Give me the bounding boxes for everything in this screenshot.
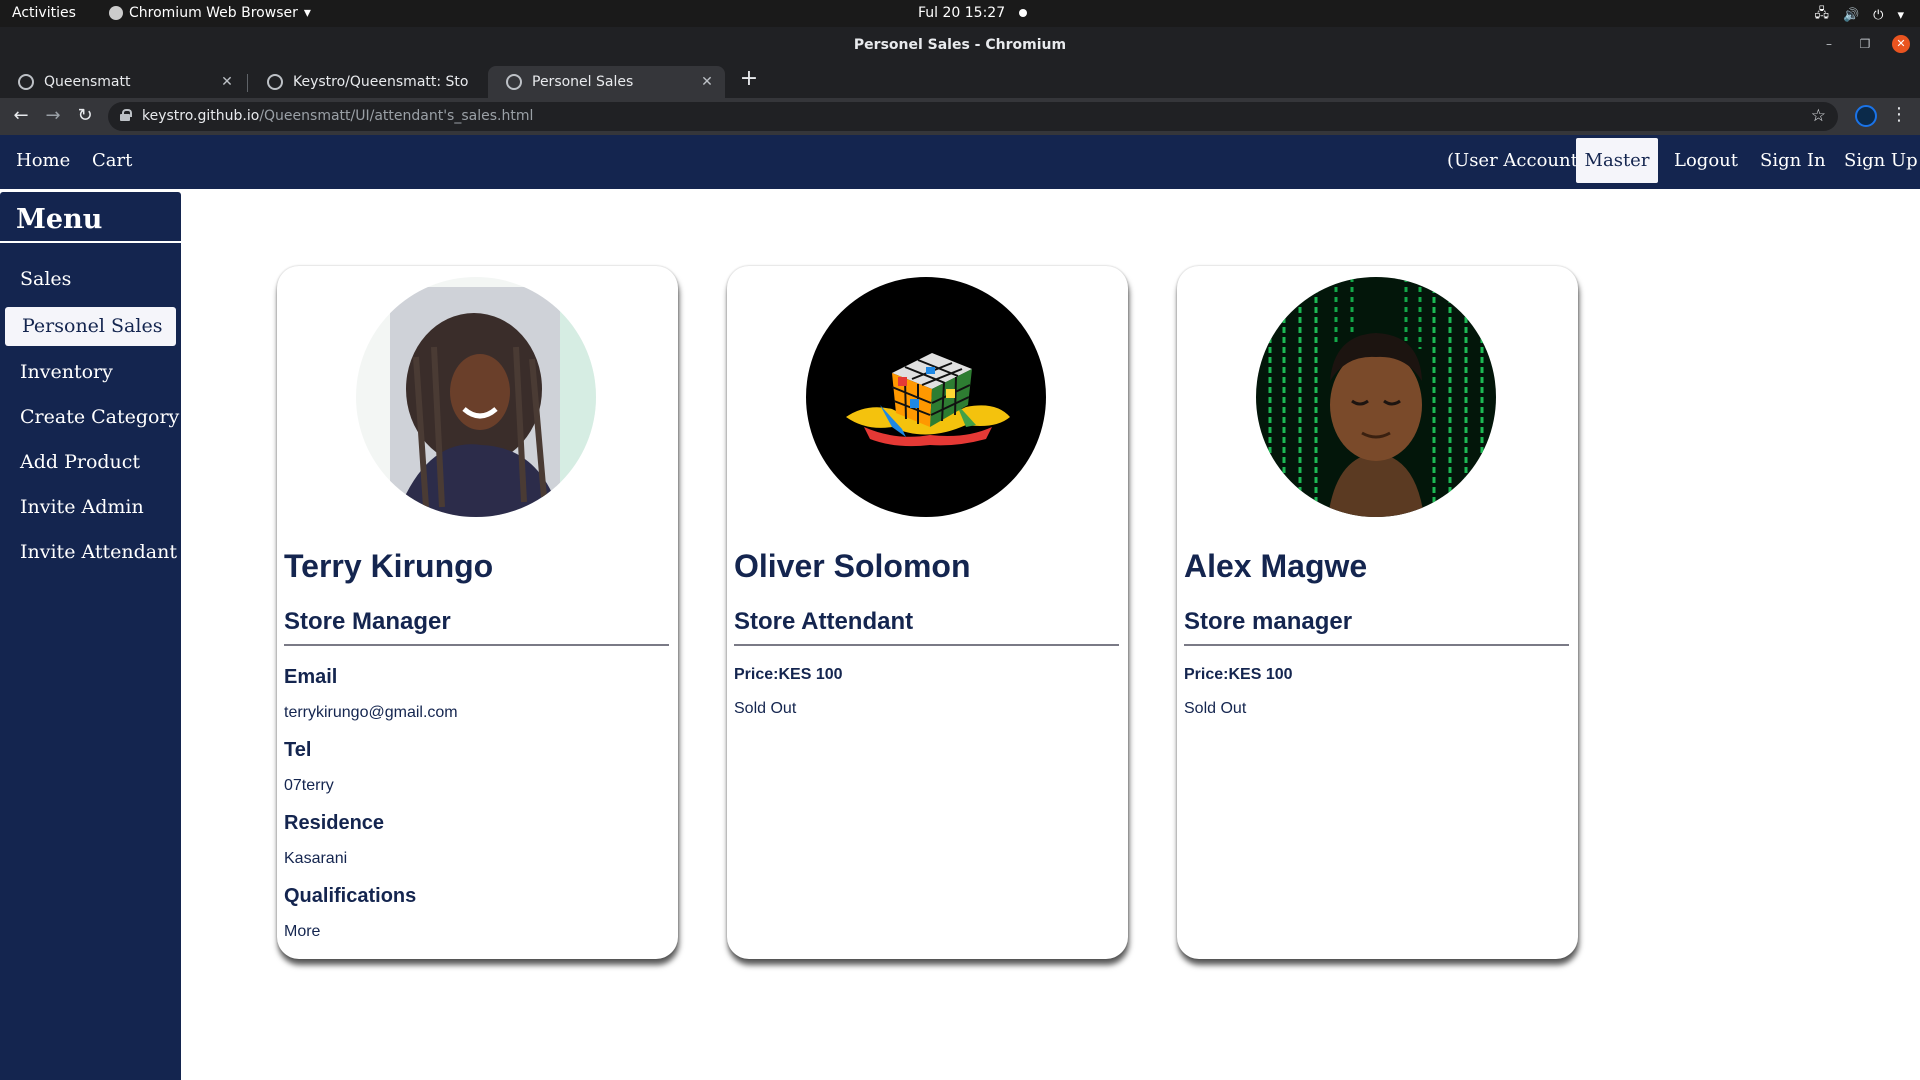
tel-value: 07terry <box>284 777 334 794</box>
browser-toolbar: ← → ↻ keystro.github.io/Queensmatt/UI/at… <box>0 98 1920 135</box>
back-icon[interactable]: ← <box>9 104 33 128</box>
person-name: Oliver Solomon <box>734 548 971 584</box>
sidebar-item-sales[interactable]: Sales <box>20 268 71 290</box>
url-path: /Queensmatt/UI/attendant's_sales.html <box>259 108 534 124</box>
close-tab-icon[interactable]: ✕ <box>699 74 715 90</box>
price-text: Price:KES 100 <box>1184 666 1293 683</box>
tab-label: Keystro/Queensmatt: Sto <box>293 74 469 90</box>
more-menu-icon[interactable]: ⋮ <box>1890 104 1908 125</box>
qualifications-label: Qualifications <box>284 885 417 907</box>
lock-icon <box>120 109 132 121</box>
sidebar-item-personel-sales[interactable]: Personel Sales <box>5 307 176 346</box>
github-icon <box>267 74 283 90</box>
tab-strip: Queensmatt ✕ Keystro/Queensmatt: Sto Per… <box>0 64 1920 98</box>
stock-status: Sold Out <box>734 700 797 717</box>
app-menu[interactable]: Chromium Web Browser ▾ <box>109 5 311 21</box>
personnel-card: Terry Kirungo Store Manager Email terryk… <box>277 266 678 959</box>
chromium-app-icon <box>109 6 123 20</box>
system-tray[interactable]: 🖧 🔊 ⏻ ▾ <box>1814 4 1904 26</box>
os-top-bar: Activities Chromium Web Browser ▾ Ful 20… <box>0 0 1920 27</box>
nav-user-account-link[interactable]: (User Account) <box>1447 150 1585 171</box>
app-menu-label: Chromium Web Browser <box>129 5 298 21</box>
card-divider <box>284 644 669 646</box>
network-icon: 🖧 <box>1814 6 1829 21</box>
person-name: Terry Kirungo <box>284 548 494 584</box>
site-navbar: Home Cart (User Account) Master Logout S… <box>0 135 1920 189</box>
sidebar-item-invite-attendant[interactable]: Invite Attendant <box>20 541 177 563</box>
browser-title-bar: Personel Sales - Chromium – ❐ ✕ <box>0 27 1920 64</box>
globe-icon <box>506 74 522 90</box>
card-divider <box>734 644 1119 646</box>
residence-label: Residence <box>284 812 385 834</box>
card-divider <box>1184 644 1569 646</box>
price-text: Price:KES 100 <box>734 666 843 683</box>
sidebar-item-create-category[interactable]: Create Category <box>20 406 179 428</box>
power-icon: ⏻ <box>1873 7 1884 23</box>
caret-down-icon: ▾ <box>1897 7 1904 23</box>
avatar <box>806 277 1046 517</box>
tab-personel-sales[interactable]: Personel Sales ✕ <box>488 66 725 98</box>
window-title: Personel Sales - Chromium <box>853 37 1067 53</box>
email-value: terrykirungo@gmail.com <box>284 704 458 721</box>
tab-label: Queensmatt <box>44 74 131 90</box>
globe-icon <box>18 74 34 90</box>
nav-master-link[interactable]: Master <box>1576 138 1658 183</box>
tab-divider <box>247 74 248 92</box>
address-bar[interactable]: keystro.github.io/Queensmatt/UI/attendan… <box>108 102 1838 131</box>
window-controls: – ❐ ✕ <box>1820 35 1910 53</box>
sidebar-divider <box>0 241 181 243</box>
forward-icon[interactable]: → <box>41 104 65 128</box>
notification-dot-icon <box>1019 9 1028 17</box>
volume-icon: 🔊 <box>1842 7 1860 23</box>
residence-value: Kasarani <box>284 850 348 867</box>
caret-down-icon: ▾ <box>303 5 311 21</box>
tab-queensmatt[interactable]: Queensmatt ✕ <box>0 66 245 98</box>
personnel-card: Alex Magwe Store manager Price:KES 100 S… <box>1177 266 1578 959</box>
personnel-card: Oliver Solomon Store Attendant Price:KES… <box>727 266 1128 959</box>
person-role: Store Manager <box>284 608 451 635</box>
nav-sign-up-link[interactable]: Sign Up <box>1844 150 1918 171</box>
clock[interactable]: Ful 20 15:27 <box>918 5 1028 21</box>
restore-icon[interactable]: ❐ <box>1856 35 1874 53</box>
reload-icon[interactable]: ↻ <box>73 104 97 128</box>
nav-logout-link[interactable]: Logout <box>1674 150 1738 171</box>
sidebar-item-add-product[interactable]: Add Product <box>20 451 140 473</box>
url-host: keystro.github.io <box>142 108 260 124</box>
nav-sign-in-link[interactable]: Sign In <box>1760 150 1826 171</box>
qualifications-more-link[interactable]: More <box>284 923 320 941</box>
close-window-icon[interactable]: ✕ <box>1892 35 1910 53</box>
person-name: Alex Magwe <box>1184 548 1368 584</box>
sidebar-item-invite-admin[interactable]: Invite Admin <box>20 496 144 518</box>
nav-home-link[interactable]: Home <box>16 150 70 171</box>
person-role: Store manager <box>1184 608 1353 635</box>
clock-text: Ful 20 15:27 <box>918 5 1006 21</box>
tab-github-repo[interactable]: Keystro/Queensmatt: Sto <box>249 66 486 98</box>
avatar <box>356 277 596 517</box>
sidebar-item-inventory[interactable]: Inventory <box>20 361 113 383</box>
minimize-icon[interactable]: – <box>1820 35 1838 53</box>
close-tab-icon[interactable]: ✕ <box>219 74 235 90</box>
url-text: keystro.github.io/Queensmatt/UI/attendan… <box>142 108 533 124</box>
sidebar-title: Menu <box>16 204 103 235</box>
nav-cart-link[interactable]: Cart <box>92 150 132 171</box>
bookmark-star-icon[interactable]: ☆ <box>1811 106 1826 126</box>
activities-button[interactable]: Activities <box>12 5 76 21</box>
tel-label: Tel <box>284 739 312 761</box>
person-role: Store Attendant <box>734 608 914 635</box>
extension-icon[interactable] <box>1855 105 1877 127</box>
avatar <box>1256 277 1496 517</box>
new-tab-button[interactable]: + <box>737 68 761 92</box>
stock-status: Sold Out <box>1184 700 1247 717</box>
tab-label: Personel Sales <box>532 74 634 90</box>
sidebar-menu: Menu Sales Personel Sales Inventory Crea… <box>0 192 181 1080</box>
email-label: Email <box>284 666 338 688</box>
